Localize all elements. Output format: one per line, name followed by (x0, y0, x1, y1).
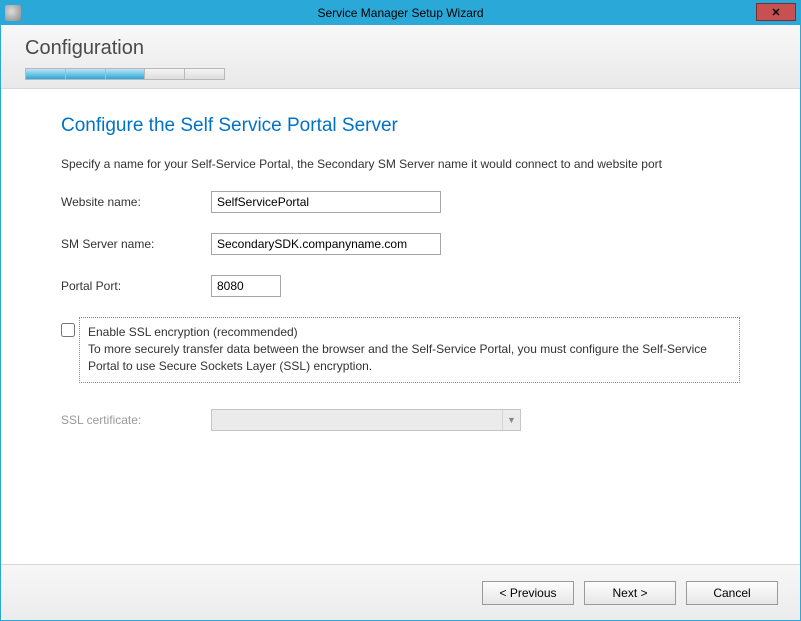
close-button[interactable]: ✕ (756, 3, 796, 21)
ssl-group-box: Enable SSL encryption (recommended) To m… (79, 317, 740, 383)
website-name-input[interactable] (211, 191, 441, 213)
progress-seg (185, 69, 224, 79)
ssl-description: To more securely transfer data between t… (88, 341, 731, 375)
cancel-button[interactable]: Cancel (686, 581, 778, 605)
wizard-footer: < Previous Next > Cancel (1, 564, 800, 620)
portal-port-row: Portal Port: (61, 275, 740, 297)
sm-server-label: SM Server name: (61, 237, 211, 251)
close-icon: ✕ (771, 6, 780, 19)
titlebar: Service Manager Setup Wizard ✕ (1, 1, 800, 25)
ssl-cert-row: SSL certificate: ▼ (61, 409, 740, 431)
sm-server-row: SM Server name: (61, 233, 740, 255)
progress-seg (145, 69, 185, 79)
progress-seg (106, 69, 146, 79)
page-heading: Configure the Self Service Portal Server (61, 115, 740, 137)
previous-button[interactable]: < Previous (482, 581, 574, 605)
app-icon (5, 5, 21, 21)
ssl-cert-dropdown[interactable]: ▼ (211, 409, 521, 431)
sm-server-input[interactable] (211, 233, 441, 255)
wizard-content: Configure the Self Service Portal Server… (1, 89, 800, 564)
progress-bar (25, 68, 225, 80)
instruction-text: Specify a name for your Self-Service Por… (61, 157, 740, 171)
ssl-group: Enable SSL encryption (recommended) To m… (61, 317, 740, 383)
window-title: Service Manager Setup Wizard (317, 6, 483, 20)
section-title: Configuration (25, 37, 776, 60)
progress-seg (66, 69, 106, 79)
next-button[interactable]: Next > (584, 581, 676, 605)
ssl-checkbox-label: Enable SSL encryption (recommended) (88, 324, 731, 341)
progress-seg (26, 69, 66, 79)
wizard-header: Configuration (1, 25, 800, 89)
ssl-cert-label: SSL certificate: (61, 413, 211, 427)
wizard-window: Service Manager Setup Wizard ✕ Configura… (0, 0, 801, 621)
ssl-enable-checkbox[interactable] (61, 323, 75, 337)
portal-port-label: Portal Port: (61, 279, 211, 293)
chevron-down-icon: ▼ (502, 410, 520, 430)
portal-port-input[interactable] (211, 275, 281, 297)
website-name-row: Website name: (61, 191, 740, 213)
website-name-label: Website name: (61, 195, 211, 209)
